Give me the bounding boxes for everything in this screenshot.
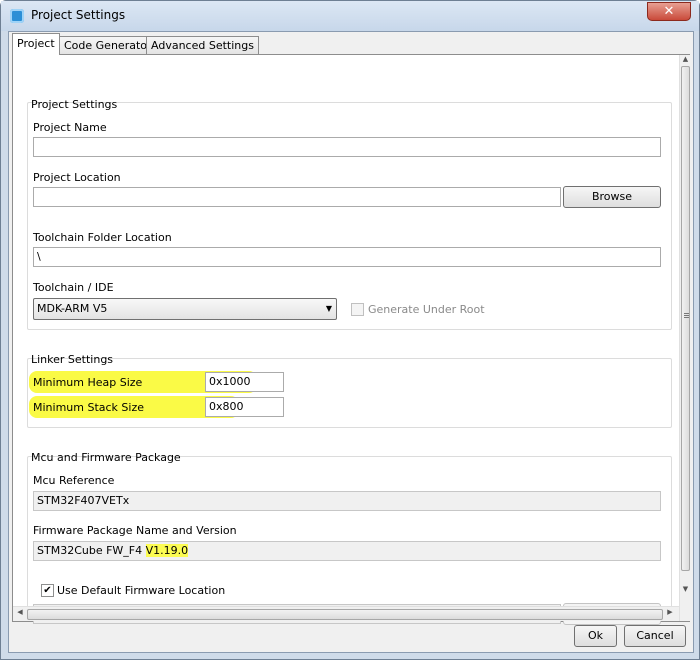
chevron-down-icon: ▼	[325, 304, 332, 313]
toolchain-ide-label: Toolchain / IDE	[33, 281, 114, 294]
project-settings-group-title: Project Settings	[31, 98, 118, 111]
firmware-name-text: STM32Cube FW_F4	[37, 544, 146, 557]
mcu-firmware-group-title: Mcu and Firmware Package	[31, 451, 181, 464]
firmware-package-label: Firmware Package Name and Version	[33, 524, 237, 537]
project-name-input[interactable]	[33, 137, 661, 157]
scroll-right-icon[interactable]: ▶	[665, 608, 675, 620]
scroll-left-icon[interactable]: ◀	[15, 608, 25, 620]
project-location-browse-button[interactable]: Browse	[563, 186, 661, 208]
generate-under-root-checkbox[interactable]	[351, 303, 364, 316]
toolchain-ide-value: MDK-ARM V5	[37, 302, 108, 315]
min-heap-input[interactable]: 0x1000	[205, 372, 284, 392]
mcu-reference-field: STM32F407VETx	[33, 491, 661, 511]
toolchain-folder-label: Toolchain Folder Location	[33, 231, 172, 244]
stm32cube-icon	[10, 9, 24, 23]
cancel-button[interactable]: Cancel	[624, 625, 686, 647]
close-button[interactable]: ✕	[647, 2, 691, 21]
tab-advanced-settings[interactable]: Advanced Settings	[146, 36, 259, 55]
linker-settings-group-title: Linker Settings	[31, 353, 114, 366]
firmware-package-field: STM32Cube FW_F4 V1.19.0	[33, 541, 661, 561]
use-default-location-checkbox[interactable]: ✔	[41, 584, 54, 597]
project-settings-window: Project Settings ✕ Project Code Generato…	[0, 0, 700, 660]
scroll-down-icon[interactable]: ▼	[681, 585, 690, 595]
ok-button[interactable]: Ok	[574, 625, 617, 647]
dialog-client-area: Project Code Generator Advanced Settings…	[8, 31, 694, 653]
min-stack-label: Minimum Stack Size	[33, 401, 145, 414]
project-tab-panel: Project Settings Project Name Project Lo…	[12, 54, 690, 625]
vertical-scrollbar[interactable]: ▲ ▼	[679, 55, 690, 621]
scroll-up-icon[interactable]: ▲	[681, 55, 690, 65]
toolchain-folder-input[interactable]: \	[33, 247, 661, 267]
tab-code-generator[interactable]: Code Generator	[59, 36, 157, 55]
use-default-location-label: Use Default Firmware Location	[57, 584, 226, 597]
window-title: Project Settings	[31, 8, 126, 22]
project-location-input[interactable]	[33, 187, 561, 207]
horizontal-scroll-thumb[interactable]	[27, 609, 663, 620]
project-location-label: Project Location	[33, 171, 121, 184]
firmware-version-text: V1.19.0	[145, 544, 189, 557]
mcu-reference-label: Mcu Reference	[33, 474, 115, 487]
title-bar[interactable]: Project Settings ✕	[1, 1, 699, 31]
tab-project[interactable]: Project	[12, 33, 60, 55]
horizontal-scrollbar[interactable]: ◀ ▶	[13, 606, 679, 621]
min-heap-label: Minimum Heap Size	[33, 376, 143, 389]
toolchain-ide-select[interactable]: MDK-ARM V5 ▼	[33, 298, 337, 320]
generate-under-root-label: Generate Under Root	[368, 303, 485, 316]
project-name-label: Project Name	[33, 121, 107, 134]
vertical-scroll-thumb[interactable]	[681, 66, 690, 571]
min-stack-input[interactable]: 0x800	[205, 397, 284, 417]
